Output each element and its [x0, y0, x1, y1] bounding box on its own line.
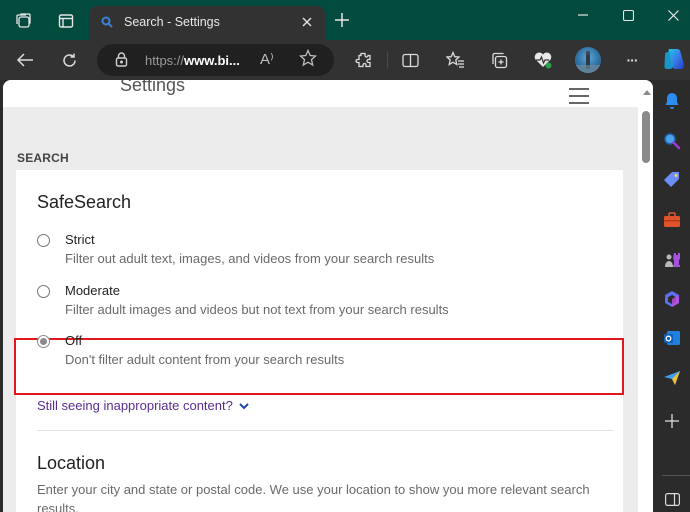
- strict-radio[interactable]: [37, 234, 50, 247]
- scroll-up-arrow-icon[interactable]: [643, 90, 651, 95]
- profile-avatar[interactable]: [575, 47, 601, 73]
- chevron-down-icon: [239, 401, 249, 413]
- option-label: Moderate: [65, 283, 120, 298]
- tab-title: Search - Settings: [124, 15, 220, 29]
- page-viewport: Settings SEARCH SafeSearch Strict Filter…: [3, 80, 653, 512]
- off-radio[interactable]: [37, 335, 50, 348]
- back-button[interactable]: [14, 49, 36, 71]
- inappropriate-content-link[interactable]: Still seeing inappropriate content?: [37, 398, 249, 413]
- safesearch-heading: SafeSearch: [37, 192, 132, 212]
- new-tab-button[interactable]: [330, 10, 354, 34]
- browser-toolbar: https://www.bi... A⁾ ···: [0, 40, 690, 80]
- location-description: Enter your city and state or postal code…: [37, 482, 590, 512]
- tools-icon[interactable]: [662, 210, 682, 230]
- option-label: Strict: [65, 232, 95, 247]
- lock-icon[interactable]: [115, 52, 128, 72]
- settings-card: SafeSearch Strict Filter out adult text,…: [14, 170, 624, 512]
- link-text: Still seeing inappropriate content?: [37, 398, 233, 413]
- minimize-button[interactable]: [568, 4, 598, 26]
- sidebar-divider: [662, 475, 690, 476]
- browser-essentials-icon[interactable]: [532, 49, 554, 71]
- drop-icon[interactable]: [662, 368, 682, 388]
- option-label: Off: [65, 333, 83, 348]
- tab-actions-icon[interactable]: [55, 10, 77, 32]
- url-scheme: https://: [145, 53, 185, 68]
- url-host: www.bi...: [184, 53, 240, 68]
- page-header: Settings: [3, 80, 638, 107]
- option-description: Don't filter adult content from your sea…: [65, 352, 345, 367]
- vertical-scrollbar[interactable]: [639, 80, 653, 512]
- maximize-button[interactable]: [613, 4, 643, 26]
- microsoft365-icon[interactable]: [662, 289, 682, 309]
- option-description: Filter out adult text, images, and video…: [65, 251, 435, 266]
- games-icon[interactable]: [662, 249, 682, 269]
- close-window-button[interactable]: [658, 4, 688, 26]
- search-icon: [100, 15, 114, 29]
- moderate-radio[interactable]: [37, 285, 50, 298]
- notifications-icon[interactable]: [662, 91, 682, 111]
- read-aloud-icon[interactable]: A⁾: [260, 50, 274, 68]
- collections-icon[interactable]: [488, 49, 510, 71]
- workspaces-icon[interactable]: [12, 10, 34, 32]
- settings-content: SEARCH SafeSearch Strict Filter out adul…: [3, 107, 638, 512]
- scroll-thumb[interactable]: [642, 111, 650, 163]
- hide-sidebar-icon[interactable]: [662, 489, 682, 509]
- outlook-icon[interactable]: [662, 328, 682, 348]
- section-divider: [37, 430, 613, 431]
- url-text[interactable]: https://www.bi...: [145, 53, 240, 68]
- copilot-icon[interactable]: [662, 47, 686, 71]
- title-bar: Search - Settings: [0, 0, 690, 40]
- page-title: Settings: [120, 80, 186, 95]
- menu-icon[interactable]: [569, 88, 589, 104]
- active-tab[interactable]: Search - Settings: [89, 6, 325, 40]
- close-tab-button[interactable]: [297, 12, 317, 32]
- section-label: SEARCH: [17, 151, 69, 165]
- location-heading: Location: [37, 453, 106, 473]
- favorites-icon[interactable]: [444, 49, 466, 71]
- favorite-star-icon[interactable]: [298, 48, 318, 72]
- shopping-icon[interactable]: [662, 170, 682, 190]
- add-icon[interactable]: [662, 411, 682, 431]
- refresh-button[interactable]: [58, 49, 80, 71]
- edge-sidebar: [654, 80, 690, 512]
- toolbar-divider: [387, 52, 388, 68]
- search-icon[interactable]: [662, 131, 682, 151]
- more-icon[interactable]: ···: [621, 49, 643, 71]
- extensions-icon[interactable]: [352, 49, 374, 71]
- split-screen-icon[interactable]: [399, 49, 421, 71]
- address-bar[interactable]: https://www.bi... A⁾: [97, 44, 334, 76]
- option-description: Filter adult images and videos but not t…: [65, 302, 449, 317]
